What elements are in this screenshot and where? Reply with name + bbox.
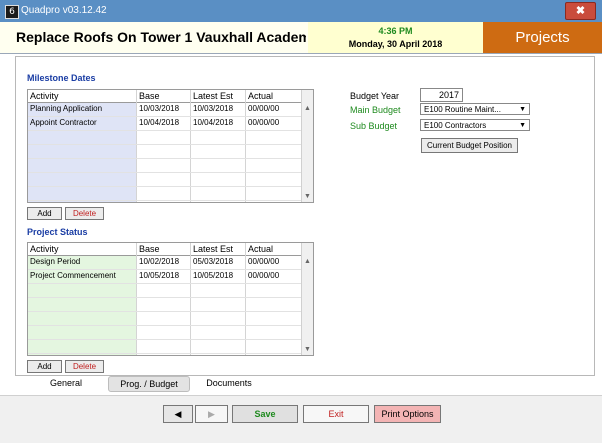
window-title: Quadpro v03.12.42: [21, 5, 107, 16]
status-row[interactable]: [28, 298, 302, 312]
column-header-activity: Activity: [30, 244, 59, 254]
app-icon: 6: [5, 5, 19, 19]
status-grid[interactable]: Activity Base Latest Est Actual Design P…: [27, 242, 314, 356]
status-row[interactable]: [28, 284, 302, 298]
status-add-button[interactable]: Add: [27, 360, 62, 373]
column-header-base: Base: [139, 91, 160, 101]
milestone-cell: Planning Application: [30, 104, 103, 113]
milestone-row[interactable]: [28, 173, 302, 187]
budget-year-field[interactable]: 2017: [420, 88, 463, 102]
milestone-cell: 10/04/2018: [193, 118, 234, 127]
sub-budget-select[interactable]: E100 Contractors ▼: [420, 119, 530, 131]
status-cell: 10/05/2018: [193, 271, 234, 280]
exit-button[interactable]: Exit: [303, 405, 369, 423]
tab-prog-budget[interactable]: Prog. / Budget: [108, 376, 190, 392]
save-button[interactable]: Save: [232, 405, 298, 423]
milestone-grid[interactable]: Activity Base Latest Est Actual Planning…: [27, 89, 314, 203]
date-time-box: 4:36 PM Monday, 30 April 2018: [308, 22, 483, 53]
current-date: Monday, 30 April 2018: [348, 39, 443, 49]
status-grid-header: Activity Base Latest Est Actual: [28, 243, 302, 256]
milestone-add-button[interactable]: Add: [27, 207, 62, 220]
milestone-cell: 10/03/2018: [139, 104, 180, 113]
arrow-left-icon: ◀: [174, 409, 182, 419]
status-row[interactable]: Project Commencement 10/05/2018 10/05/2018…: [28, 270, 302, 284]
status-cell: 05/03/2018: [193, 257, 234, 266]
scroll-down-icon[interactable]: ▼: [302, 344, 313, 355]
bottom-bar: [0, 395, 602, 443]
column-header-latest-est: Latest Est: [193, 244, 234, 254]
status-delete-button[interactable]: Delete: [65, 360, 104, 373]
budget-year-label: Budget Year: [350, 91, 400, 101]
current-time: 4:36 PM: [378, 26, 413, 36]
close-button[interactable]: ✖: [565, 2, 596, 20]
milestone-cell: 10/04/2018: [139, 118, 180, 127]
milestone-row[interactable]: [28, 131, 302, 145]
status-cell: 10/02/2018: [139, 257, 180, 266]
main-budget-value: E100 Routine Maint...: [424, 105, 501, 114]
chevron-down-icon: ▼: [519, 106, 526, 113]
status-cell: 10/05/2018: [139, 271, 180, 280]
milestone-grid-header: Activity Base Latest Est Actual: [28, 90, 302, 103]
scroll-down-icon[interactable]: ▼: [302, 191, 313, 202]
scroll-up-icon[interactable]: ▲: [302, 256, 313, 267]
tab-general[interactable]: General: [38, 376, 94, 390]
milestone-row[interactable]: Appoint Contractor 10/04/2018 10/04/2018 00…: [28, 117, 302, 131]
current-budget-position-button[interactable]: Current Budget Position: [421, 138, 518, 153]
next-record-button[interactable]: ▶: [195, 405, 228, 423]
status-cell: 00/00/00: [248, 257, 280, 266]
status-cell: 00/00/00: [248, 271, 280, 280]
print-options-button[interactable]: Print Options: [374, 405, 441, 423]
milestone-cell: 00/00/00: [248, 118, 280, 127]
milestone-cell: 00/00/00: [248, 104, 280, 113]
scroll-up-icon[interactable]: ▲: [302, 103, 313, 114]
chevron-down-icon: ▼: [519, 122, 526, 129]
milestone-section-title: Milestone Dates: [27, 73, 96, 83]
column-header-base: Base: [139, 244, 160, 254]
tab-documents[interactable]: Documents: [197, 376, 261, 390]
main-budget-label: Main Budget: [350, 105, 401, 115]
sub-budget-label: Sub Budget: [350, 121, 398, 131]
milestone-row[interactable]: [28, 187, 302, 201]
status-section-title: Project Status: [27, 227, 88, 237]
milestone-row[interactable]: Planning Application 10/03/2018 10/03/2018…: [28, 103, 302, 117]
column-header-latest-est: Latest Est: [193, 91, 234, 101]
milestone-row[interactable]: [28, 159, 302, 173]
milestone-scrollbar[interactable]: ▲ ▼: [301, 90, 313, 202]
sub-budget-value: E100 Contractors: [424, 121, 487, 130]
milestone-cell: Appoint Contractor: [30, 118, 97, 127]
arrow-right-icon: ▶: [208, 409, 215, 419]
column-header-actual: Actual: [248, 244, 274, 254]
status-row[interactable]: [28, 340, 302, 354]
status-row[interactable]: [28, 326, 302, 340]
milestone-cell: 10/03/2018: [193, 104, 234, 113]
module-title: Projects: [483, 22, 602, 53]
main-budget-select[interactable]: E100 Routine Maint... ▼: [420, 103, 530, 115]
milestone-row[interactable]: [28, 145, 302, 159]
status-cell: Project Commencement: [30, 271, 116, 280]
project-title: Replace Roofs On Tower 1 Vauxhall Academ…: [16, 29, 306, 45]
status-row[interactable]: [28, 312, 302, 326]
status-scrollbar[interactable]: ▲ ▼: [301, 243, 313, 355]
column-header-actual: Actual: [248, 91, 274, 101]
previous-record-button[interactable]: ◀: [163, 405, 193, 423]
status-cell: Design Period: [30, 257, 81, 266]
status-row[interactable]: Design Period 10/02/2018 05/03/2018 00/00/0…: [28, 256, 302, 270]
milestone-delete-button[interactable]: Delete: [65, 207, 104, 220]
column-header-activity: Activity: [30, 91, 59, 101]
